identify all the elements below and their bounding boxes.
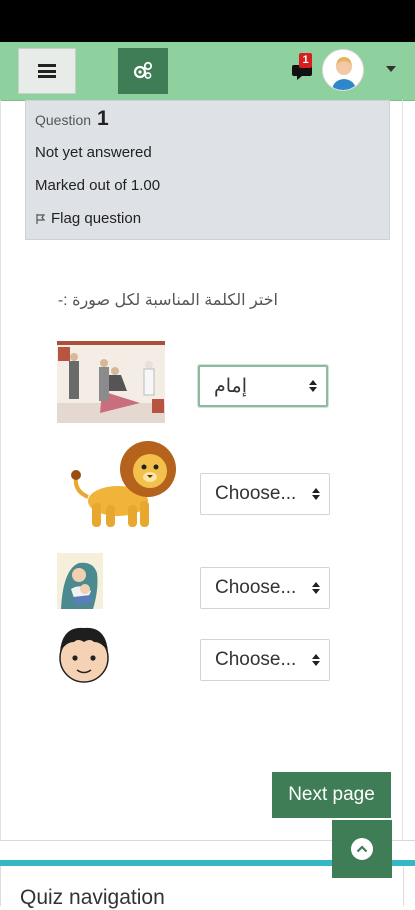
select-arrows-icon [312,488,320,500]
question-marks: Marked out of 1.00 [35,177,161,194]
mother-child-picture [57,553,103,609]
answer-select-1[interactable]: إمام [198,365,328,407]
answer-select-2[interactable]: Choose... [200,473,330,515]
question-state: Not yet answered [35,144,152,161]
question-instruction: اختر الكلمة المناسبة لكل صورة :- [57,292,278,309]
device-status-bar [0,0,415,42]
boy-face-picture [55,624,113,684]
question-heading: Question 1 [35,107,109,131]
menu-toggle-button[interactable] [18,48,76,94]
answer-select-3-value: Choose... [215,577,297,598]
flag-icon [36,213,46,224]
flag-question-link[interactable]: Flag question [35,210,141,227]
gears-icon [133,61,153,79]
back-to-top-button[interactable] [332,820,392,878]
settings-button[interactable] [118,48,168,94]
lion-picture [70,437,178,533]
answer-select-3[interactable]: Choose... [200,567,330,609]
answer-select-4-value: Choose... [215,649,297,670]
answer-select-4[interactable]: Choose... [200,639,330,681]
notification-badge: 1 [299,53,312,68]
quiz-navigation-title: Quiz navigation [20,886,165,909]
next-page-button[interactable]: Next page [272,772,391,818]
content-border [402,100,403,840]
question-info-panel: Question 1 Not yet answered Marked out o… [25,100,390,240]
select-arrows-icon [309,380,317,392]
flag-question-label: Flag question [51,210,142,227]
select-arrows-icon [312,654,320,666]
answer-select-2-value: Choose... [215,483,297,504]
people-standing-picture [57,341,165,423]
user-avatar[interactable] [322,49,364,91]
question-number: 1 [96,107,109,130]
hamburger-icon [38,64,56,78]
select-arrows-icon [312,582,320,594]
question-label: Question [35,112,92,128]
chevron-up-icon [351,838,373,860]
chevron-down-icon[interactable] [386,66,396,72]
content-border [0,100,1,840]
answer-select-1-value: إمام [214,375,248,397]
